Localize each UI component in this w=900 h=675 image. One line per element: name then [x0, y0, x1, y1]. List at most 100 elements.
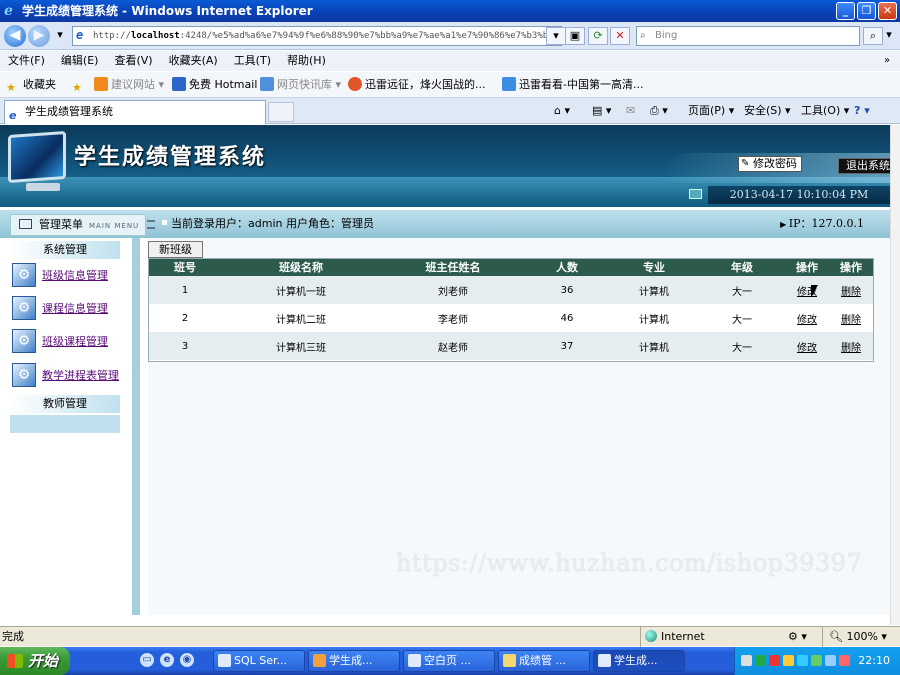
- forward-button[interactable]: ▶: [28, 25, 50, 47]
- menu-help[interactable]: 帮助(H): [287, 51, 326, 71]
- fav-label: 网页快讯库 ▾: [277, 78, 342, 91]
- col-major: 专业: [609, 259, 699, 276]
- task-blank-page[interactable]: 空白页 ...: [403, 650, 495, 672]
- menu-file[interactable]: 文件(F): [8, 51, 45, 71]
- zoom-control[interactable]: 🔍︎ 100% ▾: [822, 627, 900, 647]
- protected-mode-icon[interactable]: ⚙ ▾: [788, 627, 807, 647]
- task-grade-folder[interactable]: 成绩管 ...: [498, 650, 590, 672]
- delete-link[interactable]: 删除: [841, 315, 861, 326]
- new-class-button[interactable]: 新班级: [148, 241, 203, 258]
- sidebar-section-system[interactable]: 系统管理: [10, 241, 120, 259]
- delete-link[interactable]: 删除: [841, 287, 861, 298]
- task-student-app[interactable]: 学生成...: [308, 650, 400, 672]
- cell-grade: 大一: [699, 304, 785, 332]
- edit-link[interactable]: 修改: [797, 343, 817, 354]
- sidebar-item-label[interactable]: 班级信息管理: [42, 269, 108, 282]
- sidebar-item-class-course[interactable]: ⚙ 班级课程管理: [12, 329, 108, 355]
- quicklaunch-explorer-icon[interactable]: ◉: [180, 653, 194, 667]
- maximize-button[interactable]: ❐: [857, 2, 876, 20]
- home-icon[interactable]: ⌂ ▾: [554, 102, 570, 120]
- task-ie-student[interactable]: 学生成...: [593, 650, 685, 672]
- task-sql-server[interactable]: SQL Ser...: [213, 650, 305, 672]
- cell-class-id: 3: [149, 332, 221, 360]
- cell-major: 计算机: [609, 332, 699, 360]
- class-table-container: 班号 班级名称 班主任姓名 人数 专业 年级 操作 操作 1 计算机一班 刘老师…: [148, 258, 874, 362]
- back-button[interactable]: ◀: [4, 25, 26, 47]
- add-favorite-icon[interactable]: ★: [72, 77, 89, 94]
- quicklaunch-desktop-icon[interactable]: ▭: [140, 653, 154, 667]
- edit-link[interactable]: 修改: [797, 315, 817, 326]
- tray-app-icon[interactable]: [839, 655, 850, 666]
- status-bar: 完成 Internet ⚙ ▾ 🔍︎ 100% ▾: [0, 626, 900, 647]
- keyboard-icon[interactable]: [741, 655, 752, 666]
- ip-info: ▶ IP：127.0.0.1: [780, 214, 864, 235]
- logout-button[interactable]: 退出系统: [838, 158, 898, 174]
- network-icon[interactable]: [825, 655, 836, 666]
- sidebar-item-course-info[interactable]: ⚙ 课程信息管理: [12, 296, 108, 322]
- tray-app-icon[interactable]: [797, 655, 808, 666]
- refresh-icon[interactable]: ⟳: [588, 27, 608, 45]
- minimize-button[interactable]: _: [836, 2, 855, 20]
- feeds-icon[interactable]: ▤ ▾: [592, 102, 611, 120]
- favorites-button[interactable]: ★ 收藏夹: [6, 77, 56, 94]
- address-dropdown-icon[interactable]: ▾: [546, 27, 566, 45]
- app-title: 学生成绩管理系统: [74, 144, 267, 170]
- fav-xunlei-game[interactable]: 迅雷远征，烽火国战的...: [348, 77, 486, 93]
- sidebar-item-teaching-schedule[interactable]: ⚙ 教学进程表管理: [12, 363, 119, 389]
- search-input[interactable]: ⌕ Bing: [636, 26, 860, 46]
- status-text: 完成: [2, 630, 24, 643]
- menu-tools[interactable]: 工具(T): [234, 51, 271, 71]
- more-chevron-icon[interactable]: »: [884, 55, 890, 66]
- page-scrollbar[interactable]: [890, 125, 900, 625]
- safety-menu[interactable]: 安全(S) ▾: [744, 102, 791, 120]
- sidebar-item-label[interactable]: 课程信息管理: [42, 302, 108, 315]
- search-options-icon[interactable]: ▾: [882, 27, 896, 45]
- search-go-icon[interactable]: ⌕: [863, 27, 883, 45]
- quicklaunch-ie-icon[interactable]: e: [160, 653, 174, 667]
- app-icon: [313, 654, 326, 667]
- search-icon: ⌕: [640, 30, 646, 41]
- fav-hotmail[interactable]: 免费 Hotmail: [172, 77, 257, 93]
- gear-icon: ⚙: [12, 363, 36, 387]
- fav-label: 建议网站 ▾: [111, 78, 165, 91]
- sidebar-item-label[interactable]: 班级课程管理: [42, 335, 108, 348]
- page-menu[interactable]: 页面(P) ▾: [688, 102, 734, 120]
- menu-view[interactable]: 查看(V): [114, 51, 152, 71]
- gear-icon: ⚙: [12, 329, 36, 353]
- delete-link[interactable]: 删除: [841, 343, 861, 354]
- fav-web-slice[interactable]: 网页快讯库 ▾: [260, 77, 341, 93]
- start-button[interactable]: 开始: [0, 647, 70, 675]
- table-row: 3 计算机三班 赵老师 37 计算机 大一 修改 删除: [149, 332, 873, 360]
- history-dropdown-icon[interactable]: ▾: [50, 27, 70, 45]
- tab-page-icon: e: [9, 109, 17, 122]
- tray-app-icon[interactable]: [769, 655, 780, 666]
- cell-teacher: 赵老师: [381, 332, 525, 360]
- hotmail-icon: [172, 77, 186, 91]
- menu-toggle-icon[interactable]: [147, 220, 155, 229]
- fav-suggested-sites[interactable]: 建议网站 ▾: [94, 77, 164, 93]
- address-bar[interactable]: e http://localhost:4248/%e5%ad%a6%e7%94%…: [72, 26, 562, 46]
- mail-icon[interactable]: ✉: [626, 102, 635, 120]
- shield-icon[interactable]: [811, 655, 822, 666]
- close-button[interactable]: ✕: [878, 2, 897, 20]
- new-tab-button[interactable]: [268, 102, 294, 122]
- tools-menu[interactable]: 工具(O) ▾: [801, 102, 849, 120]
- current-user-info: 当前登录用户：admin 用户角色：管理员: [162, 214, 374, 234]
- favorites-label: 收藏夹: [23, 78, 56, 91]
- menu-edit[interactable]: 编辑(E): [61, 51, 99, 71]
- page-icon: e: [76, 28, 84, 42]
- menu-favorites[interactable]: 收藏夹(A): [169, 51, 218, 71]
- sidebar-section-teacher[interactable]: 教师管理: [10, 395, 120, 413]
- sidebar-item-class-info[interactable]: ⚙ 班级信息管理: [12, 263, 108, 289]
- help-menu[interactable]: ? ▾: [854, 102, 870, 120]
- ip-text: IP：127.0.0.1: [788, 217, 864, 230]
- sidebar-item-label[interactable]: 教学进程表管理: [42, 369, 119, 382]
- fav-xunlei-kankan[interactable]: 迅雷看看-中国第一高清...: [502, 77, 643, 93]
- stop-icon[interactable]: ✕: [610, 27, 630, 45]
- compatibility-view-icon[interactable]: ▣: [565, 27, 585, 45]
- tab-current[interactable]: e 学生成绩管理系统: [4, 100, 266, 124]
- tray-app-icon[interactable]: [783, 655, 794, 666]
- tray-app-icon[interactable]: [755, 655, 766, 666]
- change-password-button[interactable]: ✎ 修改密码: [738, 156, 802, 172]
- print-icon[interactable]: ⎙ ▾: [650, 102, 668, 120]
